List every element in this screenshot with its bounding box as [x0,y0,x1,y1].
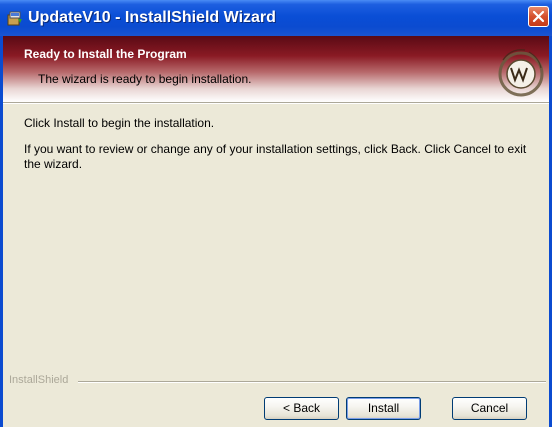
header-banner: Ready to Install the Program The wizard … [3,36,549,102]
title-bar[interactable]: UpdateV10 - InstallShield Wizard [0,0,552,36]
window-title: UpdateV10 - InstallShield Wizard [28,9,276,26]
installer-app-icon [7,10,23,26]
close-icon [532,10,545,23]
banner-subtitle: The wizard is ready to begin installatio… [38,72,252,86]
banner-title: Ready to Install the Program [24,47,187,61]
cancel-button[interactable]: Cancel [452,397,527,420]
close-button[interactable] [528,6,549,27]
instruction-text: Click Install to begin the installation. [24,116,215,130]
footer-separator [78,381,546,383]
back-button[interactable]: < Back [264,397,339,420]
installshield-brand-label: InstallShield [9,374,69,386]
trimble-logo-icon [489,42,545,98]
banner-separator [3,102,549,104]
install-button[interactable]: Install [346,397,421,420]
review-instruction-text: If you want to review or change any of y… [24,142,527,171]
installshield-wizard-window: UpdateV10 - InstallShield Wizard Ready t… [0,0,552,427]
